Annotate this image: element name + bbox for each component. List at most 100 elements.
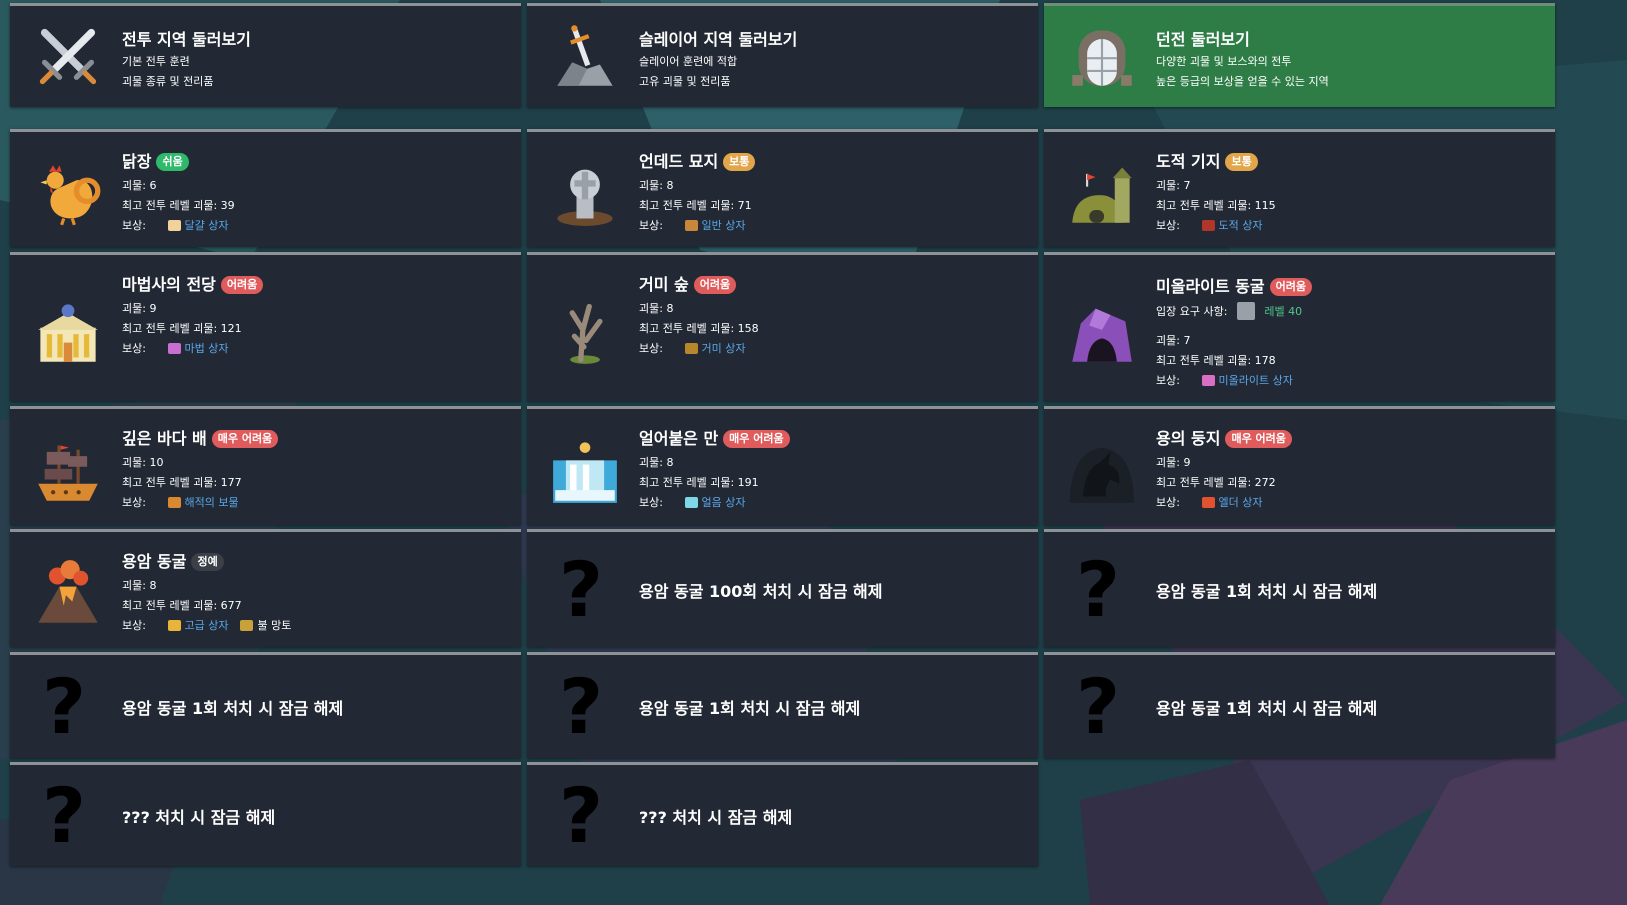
area-card-5[interactable]: 미올라이트 동굴 어려움 입장 요구 사항: 레벨 40 괴물: 7 최고 전투… xyxy=(1044,252,1555,401)
area-card-3[interactable]: 마법사의 전당 어려움 괴물: 9 최고 전투 레벨 괴물: 121 보상: 마… xyxy=(10,252,521,401)
monster-count: 8 xyxy=(666,302,674,315)
reward-line: 보상: 얼음 상자 xyxy=(639,493,1030,513)
area-name: 닭장 xyxy=(122,152,152,171)
area-card-4[interactable]: 거미 숲 어려움 괴물: 8 최고 전투 레벨 괴물: 158 보상: 거미 상… xyxy=(527,252,1038,401)
unlock-requirement-text: 용암 동굴 1회 처치 시 잠금 해제 xyxy=(122,698,344,718)
monster-count-line: 괴물: 10 xyxy=(122,453,513,473)
crystal-cave-icon xyxy=(1068,298,1136,366)
reward-item[interactable]: 미올라이트 상자 xyxy=(1219,374,1293,387)
area-title-row: 닭장 쉬움 xyxy=(122,152,513,172)
monsters-label: 괴물: xyxy=(1156,179,1180,192)
reward-label: 보상: xyxy=(122,496,146,509)
monsters-label: 괴물: xyxy=(122,579,146,592)
reward-label: 보상: xyxy=(1156,374,1180,387)
sword-in-stone-icon xyxy=(1236,301,1255,320)
monster-count-line: 괴물: 8 xyxy=(639,453,1030,473)
monsters-label: 괴물: xyxy=(122,179,146,192)
max-level-line: 최고 전투 레벨 괴물: 177 xyxy=(122,473,513,493)
reward-chest-icon xyxy=(1201,219,1215,231)
max-level-value: 272 xyxy=(1254,476,1276,489)
monsters-label: 괴물: xyxy=(1156,334,1180,347)
area-name: 용암 동굴 xyxy=(122,552,187,571)
reward-chest-icon xyxy=(167,619,181,631)
card-title: 던전 둘러보기 xyxy=(1156,30,1250,49)
monster-count: 9 xyxy=(149,302,157,315)
reward-item[interactable]: 마법 상자 xyxy=(185,342,229,355)
monster-count-line: 괴물: 9 xyxy=(1156,453,1547,473)
monsters-label: 괴물: xyxy=(639,179,663,192)
reward-chest-icon xyxy=(167,219,181,231)
reward-chest-icon xyxy=(1201,496,1215,508)
area-card-0[interactable]: 닭장 쉬움 괴물: 6 최고 전투 레벨 괴물: 39 보상: 달걀 상자 xyxy=(10,129,521,247)
reward-item[interactable]: 일반 상자 xyxy=(702,219,746,232)
max-level-line: 최고 전투 레벨 괴물: 191 xyxy=(639,473,1030,493)
wizard-hall-icon xyxy=(34,298,102,366)
reward-item[interactable]: 엘더 상자 xyxy=(1219,496,1263,509)
overview-card-1[interactable]: 슬레이어 지역 둘러보기 슬레이어 훈련에 적합 고유 괴물 및 전리품 xyxy=(527,3,1038,107)
area-title-row: 용암 동굴 정예 xyxy=(122,552,513,572)
locked-area-card-5[interactable]: ? ??? 처치 시 잠금 해제 xyxy=(10,762,521,866)
area-card-1[interactable]: 언데드 묘지 보통 괴물: 8 최고 전투 레벨 괴물: 71 보상: 일반 상… xyxy=(527,129,1038,247)
reward-chest-icon xyxy=(167,342,181,354)
reward-item[interactable]: 달걀 상자 xyxy=(185,219,229,232)
pirate-ship-icon xyxy=(34,437,102,505)
card-desc-1: 다양한 괴물 및 보스와의 전투 xyxy=(1156,55,1292,68)
reward-label: 보상: xyxy=(639,219,663,232)
unlock-requirement-text: 용암 동굴 1회 처치 시 잠금 해제 xyxy=(639,698,861,718)
area-title-row: 깊은 바다 배 매우 어려움 xyxy=(122,429,513,449)
area-name: 용의 둥지 xyxy=(1156,429,1221,448)
reward-item[interactable]: 고급 상자 xyxy=(185,619,229,632)
area-name: 언데드 묘지 xyxy=(639,152,719,171)
overview-card-2[interactable]: 던전 둘러보기 다양한 괴물 및 보스와의 전투 높은 등급의 보상을 얻을 수… xyxy=(1044,3,1555,107)
area-card-6[interactable]: 깊은 바다 배 매우 어려움 괴물: 10 최고 전투 레벨 괴물: 177 보… xyxy=(10,406,521,525)
max-level-value: 121 xyxy=(220,322,242,335)
difficulty-badge: 정예 xyxy=(191,553,224,571)
reward-item[interactable]: 해적의 보물 xyxy=(185,496,239,509)
area-name: 도적 기지 xyxy=(1156,152,1221,171)
reward-item[interactable]: 거미 상자 xyxy=(702,342,746,355)
overview-card-0[interactable]: 전투 지역 둘러보기 기본 전투 훈련 괴물 종류 및 전리품 xyxy=(10,3,521,107)
monster-count: 10 xyxy=(149,456,164,469)
reward-chest-icon xyxy=(1201,374,1215,386)
locked-area-card-1[interactable]: ? 용암 동굴 1회 처치 시 잠금 해제 xyxy=(1044,529,1555,647)
reward-item[interactable]: 도적 상자 xyxy=(1219,219,1263,232)
card-title: 전투 지역 둘러보기 xyxy=(122,30,251,49)
reward-chest-icon xyxy=(684,496,698,508)
monster-count: 8 xyxy=(149,579,157,592)
locked-area-card-0[interactable]: ? 용암 동굴 100회 처치 시 잠금 해제 xyxy=(527,529,1038,647)
unlock-requirement-text: 용암 동굴 1회 처치 시 잠금 해제 xyxy=(1156,581,1378,601)
reward-label: 보상: xyxy=(122,619,146,632)
area-card-8[interactable]: 용의 둥지 매우 어려움 괴물: 9 최고 전투 레벨 괴물: 272 보상: … xyxy=(1044,406,1555,525)
monster-count: 7 xyxy=(1183,334,1191,347)
card-desc-1: 기본 전투 훈련 xyxy=(122,55,190,68)
max-level-line: 최고 전투 레벨 괴물: 178 xyxy=(1156,351,1547,371)
difficulty-badge: 매우 어려움 xyxy=(1225,430,1292,448)
reward-item-2[interactable]: 불 망토 xyxy=(257,619,291,632)
max-level-line: 최고 전투 레벨 괴물: 71 xyxy=(639,196,1030,216)
question-mark-icon: ? xyxy=(559,661,604,751)
difficulty-badge: 어려움 xyxy=(220,276,264,294)
area-card-9[interactable]: 용암 동굴 정예 괴물: 8 최고 전투 레벨 괴물: 677 보상: 고급 상… xyxy=(10,529,521,647)
max-level-label: 최고 전투 레벨 괴물: xyxy=(122,599,218,612)
area-card-2[interactable]: 도적 기지 보통 괴물: 7 최고 전투 레벨 괴물: 115 보상: 도적 상… xyxy=(1044,129,1555,247)
area-name: 마법사의 전당 xyxy=(122,275,216,294)
monsters-label: 괴물: xyxy=(639,456,663,469)
area-card-7[interactable]: 얼어붙은 만 매우 어려움 괴물: 8 최고 전투 레벨 괴물: 191 보상:… xyxy=(527,406,1038,525)
monster-count-line: 괴물: 8 xyxy=(122,576,513,596)
area-title-row: 도적 기지 보통 xyxy=(1156,152,1547,172)
locked-area-card-4[interactable]: ? 용암 동굴 1회 처치 시 잠금 해제 xyxy=(1044,652,1555,758)
locked-area-card-6[interactable]: ? ??? 처치 시 잠금 해제 xyxy=(527,762,1038,866)
area-title-row: 마법사의 전당 어려움 xyxy=(122,275,513,295)
difficulty-badge: 어려움 xyxy=(693,276,737,294)
question-mark-icon: ? xyxy=(559,770,604,860)
unlock-requirement-text: 용암 동굴 100회 처치 시 잠금 해제 xyxy=(639,581,883,601)
reward-line: 보상: 엘더 상자 xyxy=(1156,493,1547,513)
monster-count-line: 괴물: 9 xyxy=(122,299,513,319)
area-title-row: 언데드 묘지 보통 xyxy=(639,152,1030,172)
reward-item[interactable]: 얼음 상자 xyxy=(702,496,746,509)
difficulty-badge: 보통 xyxy=(723,153,756,171)
reward-label: 보상: xyxy=(639,496,663,509)
monsters-label: 괴물: xyxy=(639,302,663,315)
locked-area-card-3[interactable]: ? 용암 동굴 1회 처치 시 잠금 해제 xyxy=(527,652,1038,758)
locked-area-card-2[interactable]: ? 용암 동굴 1회 처치 시 잠금 해제 xyxy=(10,652,521,758)
